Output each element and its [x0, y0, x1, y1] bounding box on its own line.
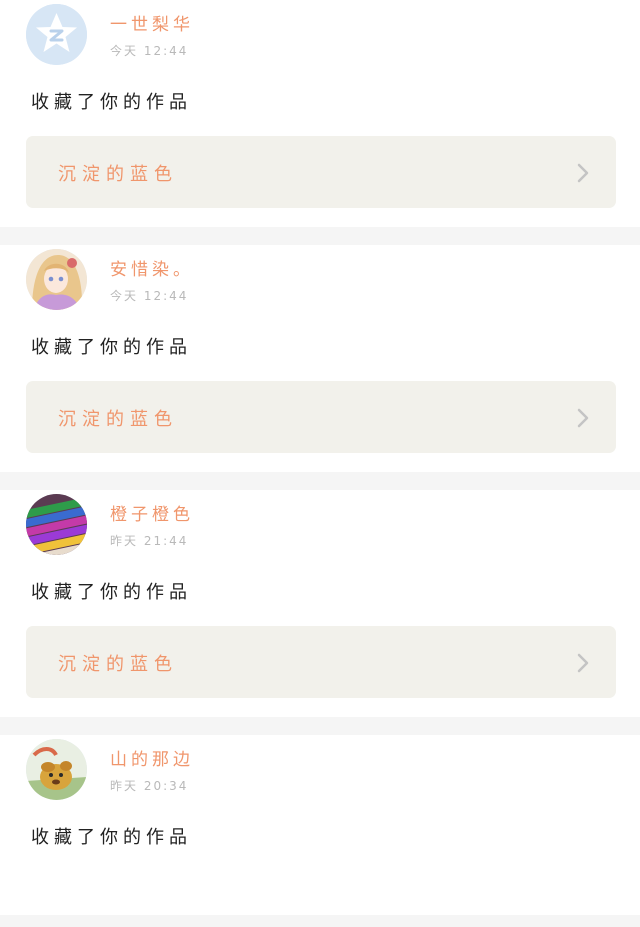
- username[interactable]: 山的那边: [110, 745, 194, 770]
- work-link[interactable]: 沉淀的蓝色: [26, 136, 616, 208]
- username[interactable]: 橙子橙色: [110, 500, 194, 525]
- anime-girl-avatar[interactable]: [26, 249, 87, 310]
- timestamp: 昨天 21:44: [110, 534, 189, 548]
- colored-pencils-avatar[interactable]: [26, 494, 87, 555]
- qq-star-icon[interactable]: [26, 4, 87, 65]
- timestamp: 今天 12:44: [110, 44, 189, 58]
- work-link[interactable]: 沉淀的蓝色: [26, 381, 616, 453]
- action-text: 收藏了你的作品: [31, 582, 192, 603]
- work-title: 沉淀的蓝色: [58, 409, 178, 430]
- username[interactable]: 安惜染。: [110, 255, 194, 280]
- chevron-right-icon: [576, 652, 590, 674]
- notification-feed: 一世梨华 今天 12:44 收藏了你的作品 沉淀的蓝色 安惜染。 今天 12:4…: [0, 0, 640, 915]
- notification-item: 安惜染。 今天 12:44 收藏了你的作品 沉淀的蓝色: [0, 245, 640, 472]
- action-text: 收藏了你的作品: [31, 92, 192, 113]
- timestamp: 今天 12:44: [110, 289, 189, 303]
- action-text: 收藏了你的作品: [31, 337, 192, 358]
- timestamp: 昨天 20:34: [110, 779, 189, 793]
- notification-item: 橙子橙色 昨天 21:44 收藏了你的作品 沉淀的蓝色: [0, 490, 640, 717]
- work-link[interactable]: 沉淀的蓝色: [26, 626, 616, 698]
- work-title: 沉淀的蓝色: [58, 164, 178, 185]
- username[interactable]: 一世梨华: [110, 10, 194, 35]
- notification-item: 山的那边 昨天 20:34 收藏了你的作品: [0, 735, 640, 915]
- work-title: 沉淀的蓝色: [58, 654, 178, 675]
- chevron-right-icon: [576, 162, 590, 184]
- chevron-right-icon: [576, 407, 590, 429]
- cartoon-dog-avatar[interactable]: [26, 739, 87, 800]
- action-text: 收藏了你的作品: [31, 827, 192, 848]
- notification-item: 一世梨华 今天 12:44 收藏了你的作品 沉淀的蓝色: [0, 0, 640, 227]
